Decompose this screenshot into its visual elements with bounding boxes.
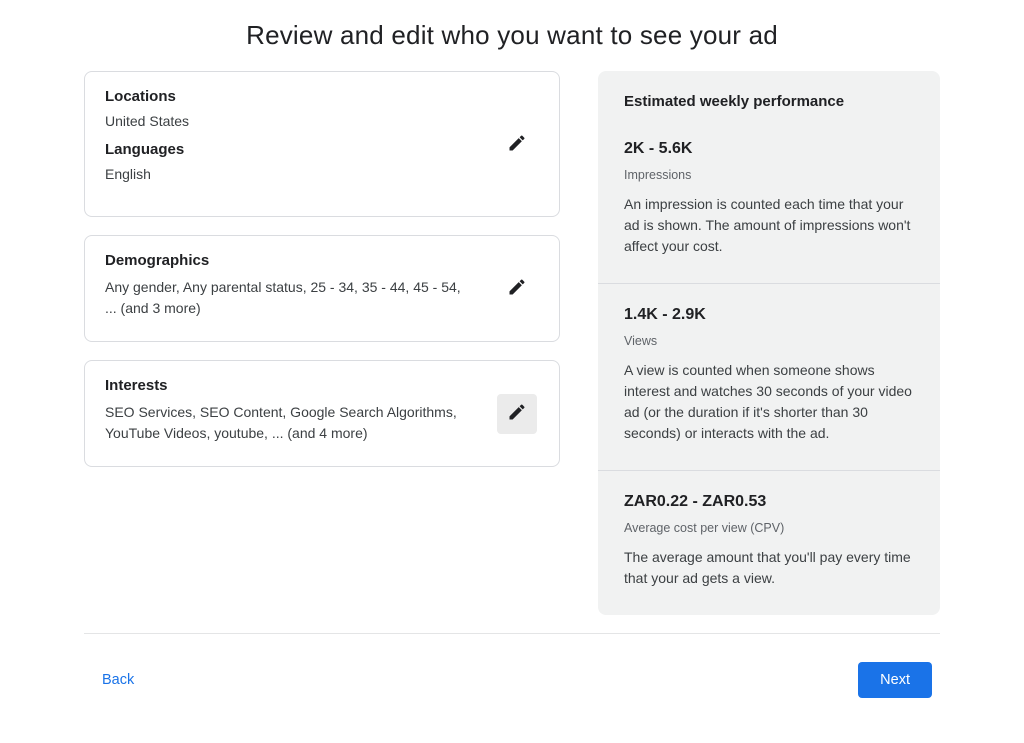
- edit-locations-languages-button[interactable]: [497, 124, 537, 164]
- performance-panel: Estimated weekly performance 2K - 5.6K I…: [598, 71, 940, 615]
- views-label: Views: [624, 334, 914, 348]
- views-value: 1.4K - 2.9K: [624, 306, 914, 324]
- pencil-icon: [507, 277, 527, 300]
- footer-bar: Back Next: [0, 634, 1024, 728]
- edit-demographics-button[interactable]: [497, 269, 537, 309]
- cpv-label: Average cost per view (CPV): [624, 521, 914, 535]
- targeting-cards: Locations United States Languages Englis…: [84, 71, 560, 467]
- pencil-icon: [507, 402, 527, 425]
- interests-card: Interests SEO Services, SEO Content, Goo…: [84, 360, 560, 467]
- interests-value: SEO Services, SEO Content, Google Search…: [105, 402, 539, 444]
- locations-value: United States: [105, 113, 539, 129]
- cpv-value: ZAR0.22 - ZAR0.53: [624, 493, 914, 511]
- cpv-explain: The average amount that you'll pay every…: [624, 547, 914, 589]
- demographics-value: Any gender, Any parental status, 25 - 34…: [105, 277, 539, 319]
- back-button[interactable]: Back: [92, 664, 144, 696]
- impressions-explain: An impression is counted each time that …: [624, 194, 914, 257]
- views-metric: 1.4K - 2.9K Views A view is counted when…: [598, 284, 940, 471]
- demographics-card: Demographics Any gender, Any parental st…: [84, 235, 560, 342]
- pencil-icon: [507, 133, 527, 156]
- page-title: Review and edit who you want to see your…: [0, 20, 1024, 51]
- languages-value: English: [105, 166, 539, 182]
- views-explain: A view is counted when someone shows int…: [624, 360, 914, 444]
- demographics-heading: Demographics: [105, 252, 539, 269]
- next-button[interactable]: Next: [858, 662, 932, 698]
- impressions-label: Impressions: [624, 168, 914, 182]
- locations-languages-card: Locations United States Languages Englis…: [84, 71, 560, 217]
- edit-interests-button[interactable]: [497, 394, 537, 434]
- locations-heading: Locations: [105, 88, 539, 105]
- impressions-value: 2K - 5.6K: [624, 140, 914, 158]
- cpv-metric: ZAR0.22 - ZAR0.53 Average cost per view …: [598, 471, 940, 615]
- performance-heading: Estimated weekly performance: [598, 71, 940, 118]
- languages-heading: Languages: [105, 141, 539, 158]
- impressions-metric: 2K - 5.6K Impressions An impression is c…: [598, 118, 940, 284]
- interests-heading: Interests: [105, 377, 539, 394]
